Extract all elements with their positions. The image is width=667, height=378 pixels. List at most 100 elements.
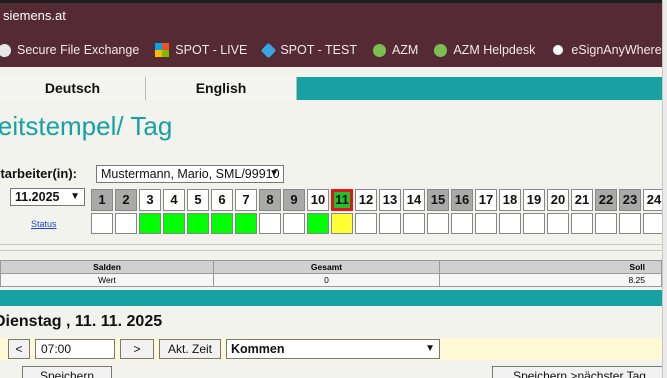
- status-row: [91, 213, 662, 234]
- bookmark-azm[interactable]: AZM: [372, 43, 419, 57]
- day-cell-today[interactable]: 11: [331, 189, 353, 211]
- status-cell: [355, 213, 377, 234]
- status-cell: [379, 213, 401, 234]
- day-cell[interactable]: 15: [427, 189, 449, 211]
- day-cell[interactable]: 7: [235, 189, 257, 211]
- status-cell: [331, 213, 353, 234]
- bookmark-spot-test[interactable]: SPOT - TEST: [261, 42, 357, 58]
- bookmark-label: SPOT - LIVE: [175, 43, 248, 57]
- status-link[interactable]: Status: [31, 219, 57, 229]
- status-cell: [499, 213, 521, 234]
- bookmark-label: AZM: [391, 43, 419, 57]
- divider: [0, 244, 662, 245]
- save-next-day-button[interactable]: Speichern >nächster Tag: [492, 366, 662, 378]
- status-cell: [643, 213, 662, 234]
- employee-label-text: Mitarbeiter(in):: [0, 166, 77, 181]
- day-cell[interactable]: 3: [139, 189, 161, 211]
- status-cell: [283, 213, 305, 234]
- window-scrollbar[interactable]: [662, 0, 667, 378]
- prev-time-button[interactable]: <: [8, 339, 30, 359]
- day-cell[interactable]: 14: [403, 189, 425, 211]
- salden-value-row: Wert 0 8.25: [0, 273, 662, 287]
- status-cell: [115, 213, 137, 234]
- status-cell: [451, 213, 473, 234]
- section-bar: [0, 290, 662, 306]
- employee-label: Mitarbeiter(in):: [0, 166, 77, 181]
- salden-header-row: Salden Gesamt Soll: [0, 260, 662, 274]
- date-heading-text: Dienstag , 11. 11. 2025: [0, 313, 163, 330]
- page-title: Zeitstempel/ Tag: [0, 111, 172, 142]
- status-cell: [235, 213, 257, 234]
- azm-icon: [372, 43, 386, 57]
- current-time-button[interactable]: Akt. Zeit: [159, 339, 221, 359]
- status-cell: [475, 213, 497, 234]
- status-cell: [427, 213, 449, 234]
- status-cell: [523, 213, 545, 234]
- gesamt-value: 0: [213, 273, 440, 287]
- day-cell[interactable]: 18: [499, 189, 521, 211]
- day-cell[interactable]: 17: [475, 189, 497, 211]
- month-select-value: 11.2025: [15, 190, 60, 204]
- address-bar[interactable]: siemens.at: [0, 3, 662, 33]
- azm-icon: [434, 43, 448, 57]
- chevron-down-icon: ▼: [70, 191, 80, 202]
- gesamt-header: Gesamt: [213, 260, 440, 274]
- tab-deutsch[interactable]: Deutsch: [0, 77, 146, 100]
- status-cell: [547, 213, 569, 234]
- day-cell[interactable]: 22: [595, 189, 617, 211]
- day-cell[interactable]: 6: [211, 189, 233, 211]
- soll-value: 8.25: [439, 273, 662, 287]
- esign-icon: [551, 43, 566, 57]
- booking-type-select[interactable]: Kommen ▼: [226, 339, 440, 359]
- page-content: Deutsch English Zeitstempel/ Tag Mitarbe…: [0, 67, 662, 378]
- status-cell: [571, 213, 593, 234]
- day-cell[interactable]: 4: [163, 189, 185, 211]
- day-cell[interactable]: 5: [187, 189, 209, 211]
- diamond-icon: [261, 42, 277, 58]
- date-heading: Dienstag , 11. 11. 2025: [0, 313, 162, 331]
- booking-type-value: Kommen: [231, 342, 285, 356]
- divider: [0, 250, 662, 251]
- status-cell: [211, 213, 233, 234]
- status-cell: [595, 213, 617, 234]
- windows-grid-icon: [155, 43, 170, 57]
- page-title-text: Zeitstempel/ Tag: [0, 111, 173, 141]
- day-cell[interactable]: 13: [379, 189, 401, 211]
- day-cell[interactable]: 8: [259, 189, 281, 211]
- bookmark-esignanywhere[interactable]: eSignAnyWhere: [551, 43, 662, 57]
- day-cell[interactable]: 16: [451, 189, 473, 211]
- bookmark-label: AZM Helpdesk: [453, 43, 536, 57]
- status-cell: [91, 213, 113, 234]
- tab-english[interactable]: English: [146, 77, 297, 100]
- day-cell[interactable]: 2: [115, 189, 137, 211]
- day-cell[interactable]: 9: [283, 189, 305, 211]
- time-input[interactable]: 07:00: [35, 339, 115, 359]
- day-cell[interactable]: 1: [91, 189, 113, 211]
- next-time-button[interactable]: >: [120, 339, 154, 359]
- address-text: siemens.at: [3, 8, 66, 23]
- salden-header: Salden: [0, 260, 214, 274]
- bookmark-secure-file-exchange[interactable]: Secure File Exchange: [0, 43, 139, 57]
- salden-table: Salden Gesamt Soll Wert 0 8.25: [0, 260, 662, 287]
- status-cell: [619, 213, 641, 234]
- day-cell[interactable]: 12: [355, 189, 377, 211]
- day-cell[interactable]: 23: [619, 189, 641, 211]
- day-cell[interactable]: 19: [523, 189, 545, 211]
- day-cell[interactable]: 24: [643, 189, 662, 211]
- employee-select[interactable]: Mustermann, Mario, SML/99910 ▼: [96, 165, 284, 183]
- status-cell: [163, 213, 185, 234]
- day-cell[interactable]: 10: [307, 189, 329, 211]
- circle-icon: [0, 43, 11, 57]
- bookmark-label: eSignAnyWhere: [571, 43, 662, 57]
- day-cell[interactable]: 20: [547, 189, 569, 211]
- month-select[interactable]: 11.2025 ▼: [10, 188, 85, 206]
- save-button[interactable]: Speichern: [22, 366, 112, 378]
- chevron-down-icon: ▼: [425, 343, 435, 354]
- bookmark-spot-live[interactable]: SPOT - LIVE: [155, 43, 247, 57]
- bookmark-azm-helpdesk[interactable]: AZM Helpdesk: [434, 43, 535, 57]
- chevron-down-icon: ▼: [269, 168, 279, 179]
- day-cell[interactable]: 21: [571, 189, 593, 211]
- wert-label: Wert: [0, 273, 214, 287]
- bookmark-label: Secure File Exchange: [17, 43, 140, 57]
- status-cell: [259, 213, 281, 234]
